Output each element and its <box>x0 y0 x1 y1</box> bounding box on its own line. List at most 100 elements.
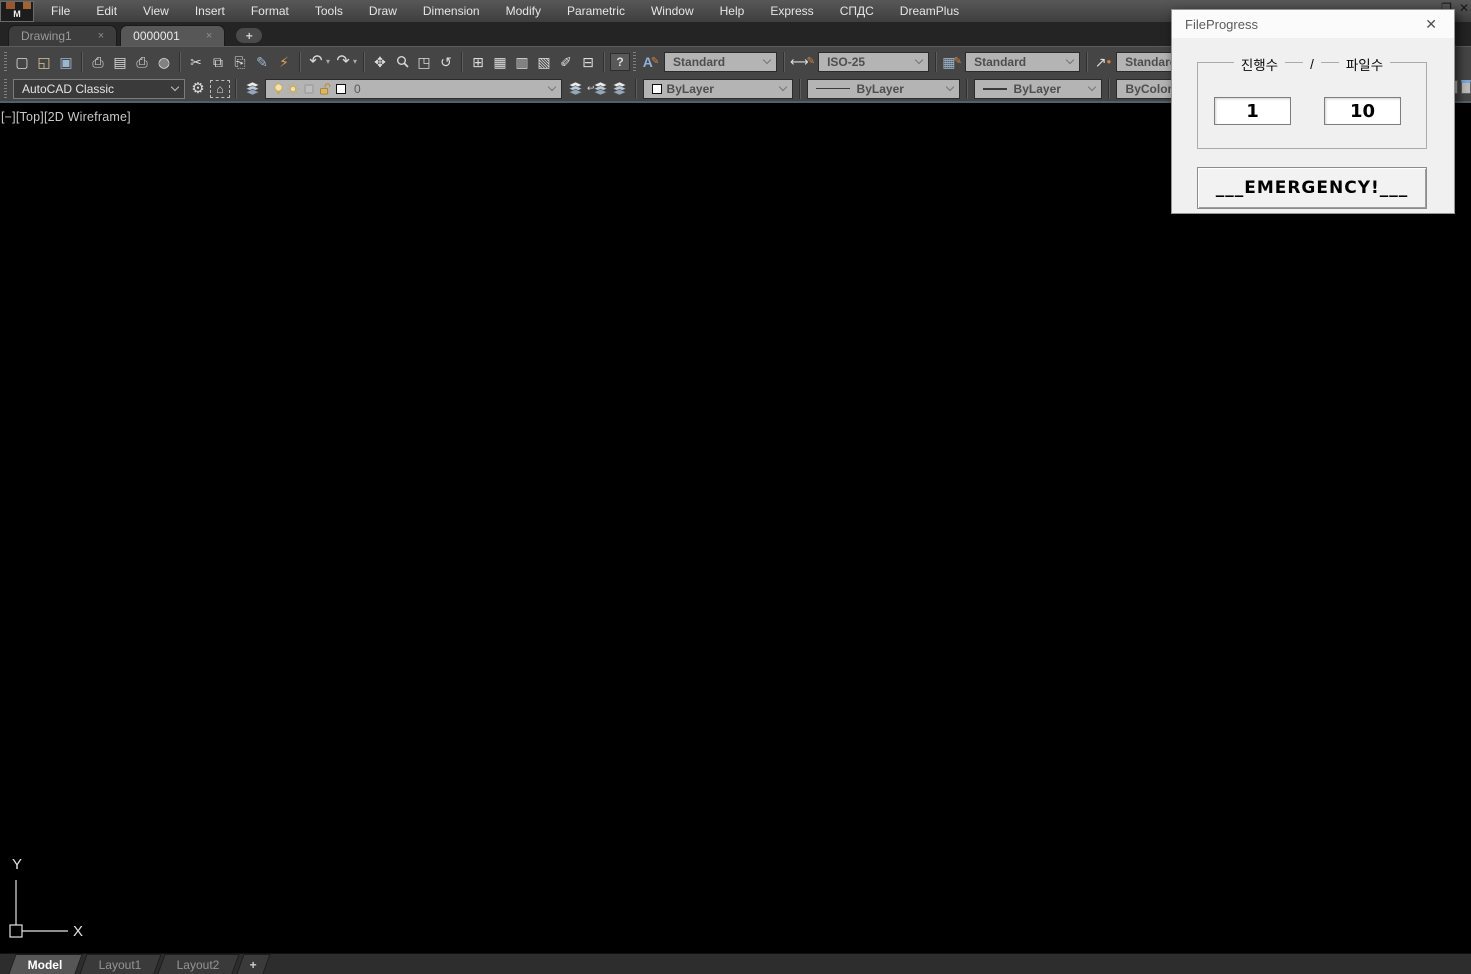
dialog-title-bar[interactable]: FileProgress ✕ <box>1172 10 1454 38</box>
workspace-select[interactable]: AutoCAD Classic <box>13 79 185 99</box>
menu-edit[interactable]: Edit <box>83 4 130 18</box>
selected-value: ByColor <box>1126 82 1173 96</box>
print-icon[interactable]: ⎙ <box>88 52 108 72</box>
toolbar-grip[interactable] <box>4 52 7 71</box>
layer-select[interactable]: 0 <box>265 79 562 99</box>
menu-dimension[interactable]: Dimension <box>410 4 493 18</box>
zoom-realtime-icon[interactable] <box>392 52 412 72</box>
tool-palettes-icon[interactable]: ▥ <box>512 52 532 72</box>
table-style-icon[interactable]: ▦✎ <box>942 52 962 72</box>
match-properties-icon[interactable]: ✎ <box>252 52 272 72</box>
layer-states-icon[interactable] <box>610 79 630 99</box>
progress-groupbox-labels: 진행수 / 파일수 <box>1197 54 1427 74</box>
menu-insert[interactable]: Insert <box>182 4 238 18</box>
cut-icon[interactable]: ✂ <box>186 52 206 72</box>
pan-icon[interactable]: ✥ <box>370 52 390 72</box>
mleader-style-icon[interactable]: ↗● <box>1093 52 1113 72</box>
dialog-close-icon[interactable]: ✕ <box>1421 16 1441 33</box>
menu-draw[interactable]: Draw <box>356 4 410 18</box>
layer-unlock-icon[interactable] <box>319 83 332 95</box>
new-icon[interactable]: ▢ <box>12 52 32 72</box>
toolbar-separator <box>935 52 937 72</box>
publish-icon[interactable]: ◍ <box>154 52 174 72</box>
line-sample <box>816 88 850 89</box>
layout-tab-layout1[interactable]: Layout1 <box>79 954 161 974</box>
menu-parametric[interactable]: Parametric <box>554 4 638 18</box>
menu-dreamplus[interactable]: DreamPlus <box>887 4 972 18</box>
viewport-controls[interactable]: [−][Top][2D Wireframe] <box>1 110 131 124</box>
layer-viewport-freeze-icon[interactable] <box>303 83 315 95</box>
tab-close-icon[interactable]: × <box>98 30 104 42</box>
zoom-previous-icon[interactable]: ↺ <box>436 52 456 72</box>
emergency-button[interactable]: ___EMERGENCY!___ <box>1197 167 1427 209</box>
menu-express[interactable]: Express <box>757 4 826 18</box>
open-icon[interactable]: ◱ <box>34 52 54 72</box>
layer-freeze-sun-icon[interactable] <box>287 83 299 95</box>
toolbar-separator <box>799 79 801 99</box>
layout-tab-layout2[interactable]: Layout2 <box>158 954 240 974</box>
print-preview-icon[interactable]: ▤ <box>110 52 130 72</box>
menu-help[interactable]: Help <box>707 4 758 18</box>
undo-dropdown-arrow-icon[interactable]: ▾ <box>326 57 330 66</box>
menu-tools[interactable]: Tools <box>302 4 356 18</box>
layout-tab-bar: ModelLayout1Layout2+ <box>0 953 1471 974</box>
layout-tab-model[interactable]: Model <box>8 954 82 974</box>
new-layout-button[interactable]: + <box>236 954 270 974</box>
markup-set-manager-icon[interactable]: ✐ <box>556 52 576 72</box>
application-menu-button[interactable]: M <box>0 1 34 22</box>
partial-toolbar-icon[interactable] <box>1461 80 1471 94</box>
selected-value: AutoCAD Classic <box>22 82 114 96</box>
designcenter-icon[interactable]: ▦ <box>490 52 510 72</box>
layer-previous-icon[interactable]: ↩ <box>587 79 608 99</box>
window-close-icon[interactable]: ✕ <box>1459 1 1469 15</box>
toolbar-grip[interactable] <box>633 52 636 71</box>
menu-спдс[interactable]: СПДС <box>827 4 887 18</box>
tab-close-icon[interactable]: × <box>206 30 212 42</box>
undo-icon[interactable]: ↶ <box>306 52 326 72</box>
drawing-canvas[interactable]: [−][Top][2D Wireframe] Y X <box>0 105 1471 953</box>
text-style-icon[interactable]: A✎ <box>641 52 661 72</box>
menu-modify[interactable]: Modify <box>493 4 554 18</box>
help-icon[interactable]: ? <box>610 53 630 71</box>
make-object-layer-current-icon[interactable] <box>565 79 585 99</box>
zoom-window-icon[interactable]: ◳ <box>414 52 434 72</box>
properties-icon[interactable]: ⊞ <box>468 52 488 72</box>
toolbar-grip[interactable] <box>4 79 7 98</box>
dim-style-icon[interactable]: ⟷✎ <box>790 52 815 72</box>
block-editor-icon[interactable]: ⚡ <box>274 52 294 72</box>
linetype-select[interactable]: ByLayer <box>807 79 960 99</box>
dim-style-select[interactable]: ISO-25 <box>818 52 929 72</box>
redo-dropdown-arrow-icon[interactable]: ▾ <box>353 57 357 66</box>
plot-icon[interactable]: ⎙ <box>132 52 152 72</box>
layer-on-bulb-icon[interactable] <box>274 83 283 95</box>
save-icon[interactable]: ▣ <box>56 52 76 72</box>
lineweight-select[interactable]: ByLayer <box>974 79 1102 99</box>
color-select[interactable]: ByLayer <box>643 79 793 99</box>
redo-icon[interactable]: ↷ <box>333 52 353 72</box>
menu-file[interactable]: File <box>38 4 83 18</box>
copy-icon[interactable]: ⧉ <box>208 52 228 72</box>
toolbar-separator <box>179 52 181 72</box>
file-count-field[interactable]: 10 <box>1324 97 1401 125</box>
workspace-settings-gear-icon[interactable]: ⚙ <box>188 79 208 99</box>
toolbar-separator <box>966 79 968 99</box>
paste-icon[interactable]: ⎘ <box>230 52 250 72</box>
progress-count-field[interactable]: 1 <box>1214 97 1291 125</box>
file-tab-0000001[interactable]: 0000001× <box>120 25 225 46</box>
my-workspace-icon[interactable]: ⌂ <box>210 80 230 98</box>
toolbar-separator <box>1086 52 1088 72</box>
sheet-set-manager-icon[interactable]: ▧ <box>534 52 554 72</box>
quickcalc-icon[interactable]: ⊟ <box>578 52 598 72</box>
toolbar-separator <box>1108 79 1110 99</box>
menu-view[interactable]: View <box>130 4 182 18</box>
toolbar-separator <box>81 52 83 72</box>
text-style-select[interactable]: Standard <box>664 52 777 72</box>
chevron-down-icon <box>171 83 179 91</box>
table-style-select[interactable]: Standard <box>965 52 1080 72</box>
menu-window[interactable]: Window <box>638 4 707 18</box>
file-tab-Drawing1[interactable]: Drawing1× <box>8 25 117 46</box>
new-tab-button[interactable]: + <box>236 28 262 43</box>
layer-properties-icon[interactable] <box>242 79 262 99</box>
chevron-down-icon <box>548 83 556 91</box>
menu-format[interactable]: Format <box>238 4 302 18</box>
